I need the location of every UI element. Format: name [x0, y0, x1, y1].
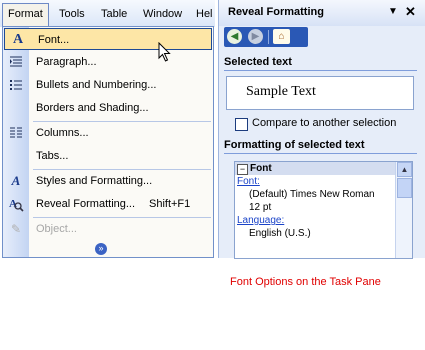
language-link[interactable]: Language: [237, 214, 284, 227]
menu-bar: Format Tools Table Window Hel [0, 0, 215, 28]
menu-format[interactable]: Format [2, 3, 49, 28]
compare-checkbox[interactable] [235, 118, 248, 131]
task-pane-nav: ◀ ▶ ⌂ [224, 27, 308, 47]
selected-text-heading: Selected text [224, 56, 292, 68]
menu-item-label: Tabs... [36, 150, 69, 162]
menu-item-label: Columns... [36, 127, 89, 139]
size-value: 12 pt [249, 202, 272, 213]
mouse-cursor-icon [158, 42, 171, 62]
menu-help[interactable]: Hel [196, 6, 213, 22]
language-value: English (U.S.) [249, 228, 311, 239]
forward-icon[interactable]: ▶ [248, 29, 263, 44]
task-pane-titlebar: Reveal Formatting ▼ ✕ [219, 0, 425, 26]
paragraph-icon [8, 54, 24, 70]
menu-item-label: Bullets and Numbering... [36, 79, 157, 91]
menu-table[interactable]: Table [101, 6, 127, 22]
menu-item-columns[interactable]: Columns... [3, 122, 213, 144]
menu-item-styles[interactable]: A Styles and Formatting... [3, 170, 213, 192]
sample-text: Sample Text [246, 84, 316, 99]
scroll-up-icon[interactable]: ▲ [397, 162, 412, 177]
task-pane: Reveal Formatting ▼ ✕ ◀ ▶ ⌂ Selected tex… [218, 0, 425, 259]
menu-item-label: Paragraph... [36, 56, 97, 68]
formatting-heading: Formatting of selected text [224, 139, 365, 151]
menu-item-reveal[interactable]: A Reveal Formatting... Shift+F1 [3, 193, 213, 215]
formatting-tree: − Font Font: (Default) Times New Roman 1… [234, 161, 413, 259]
menu-item-object: ✎ Object... [3, 218, 213, 240]
scroll-thumb[interactable] [397, 178, 412, 198]
section-divider [224, 153, 417, 154]
menu-window[interactable]: Window [143, 6, 182, 22]
format-menu: A Font... Paragraph... Bullets and Numbe… [2, 26, 214, 258]
tree-scrollbar[interactable]: ▲ [395, 162, 412, 258]
back-icon[interactable]: ◀ [227, 29, 242, 44]
menu-item-tabs[interactable]: Tabs... [3, 145, 213, 167]
bullets-icon [8, 77, 24, 93]
font-A-icon: A [12, 32, 24, 47]
menu-item-label: Object... [36, 223, 77, 235]
collapse-icon[interactable]: − [237, 164, 248, 175]
menu-item-bullets[interactable]: Bullets and Numbering... [3, 74, 213, 96]
menu-item-label: Font... [38, 34, 70, 46]
menu-item-label: Reveal Formatting... [36, 198, 136, 210]
styles-icon: A [11, 173, 21, 188]
tree-section-font: Font [250, 163, 272, 174]
chevron-double-down-icon[interactable]: » [95, 243, 107, 255]
menu-item-font[interactable]: A Font... [4, 28, 212, 50]
home-icon[interactable]: ⌂ [273, 29, 290, 44]
columns-icon [8, 125, 24, 141]
nav-divider [268, 30, 269, 44]
figure-caption: Font Options on the Task Pane [230, 276, 381, 288]
task-pane-title: Reveal Formatting [228, 6, 324, 18]
font-value: (Default) Times New Roman [249, 189, 375, 200]
sample-text-box: Sample Text [226, 76, 414, 110]
triangle-down-icon[interactable]: ▼ [388, 6, 398, 17]
menu-item-label: Styles and Formatting... [36, 175, 153, 187]
shortcut-label: Shift+F1 [149, 198, 191, 210]
reveal-icon: A [8, 196, 24, 212]
compare-label[interactable]: Compare to another selection [252, 117, 396, 129]
close-icon[interactable]: ✕ [405, 4, 416, 20]
menu-tools[interactable]: Tools [59, 6, 85, 22]
section-divider [224, 70, 417, 71]
font-link[interactable]: Font: [237, 175, 260, 188]
menu-item-label: Borders and Shading... [36, 102, 149, 114]
menu-item-borders[interactable]: Borders and Shading... [3, 97, 213, 119]
menu-item-paragraph[interactable]: Paragraph... [3, 51, 213, 73]
object-icon: ✎ [10, 222, 22, 236]
